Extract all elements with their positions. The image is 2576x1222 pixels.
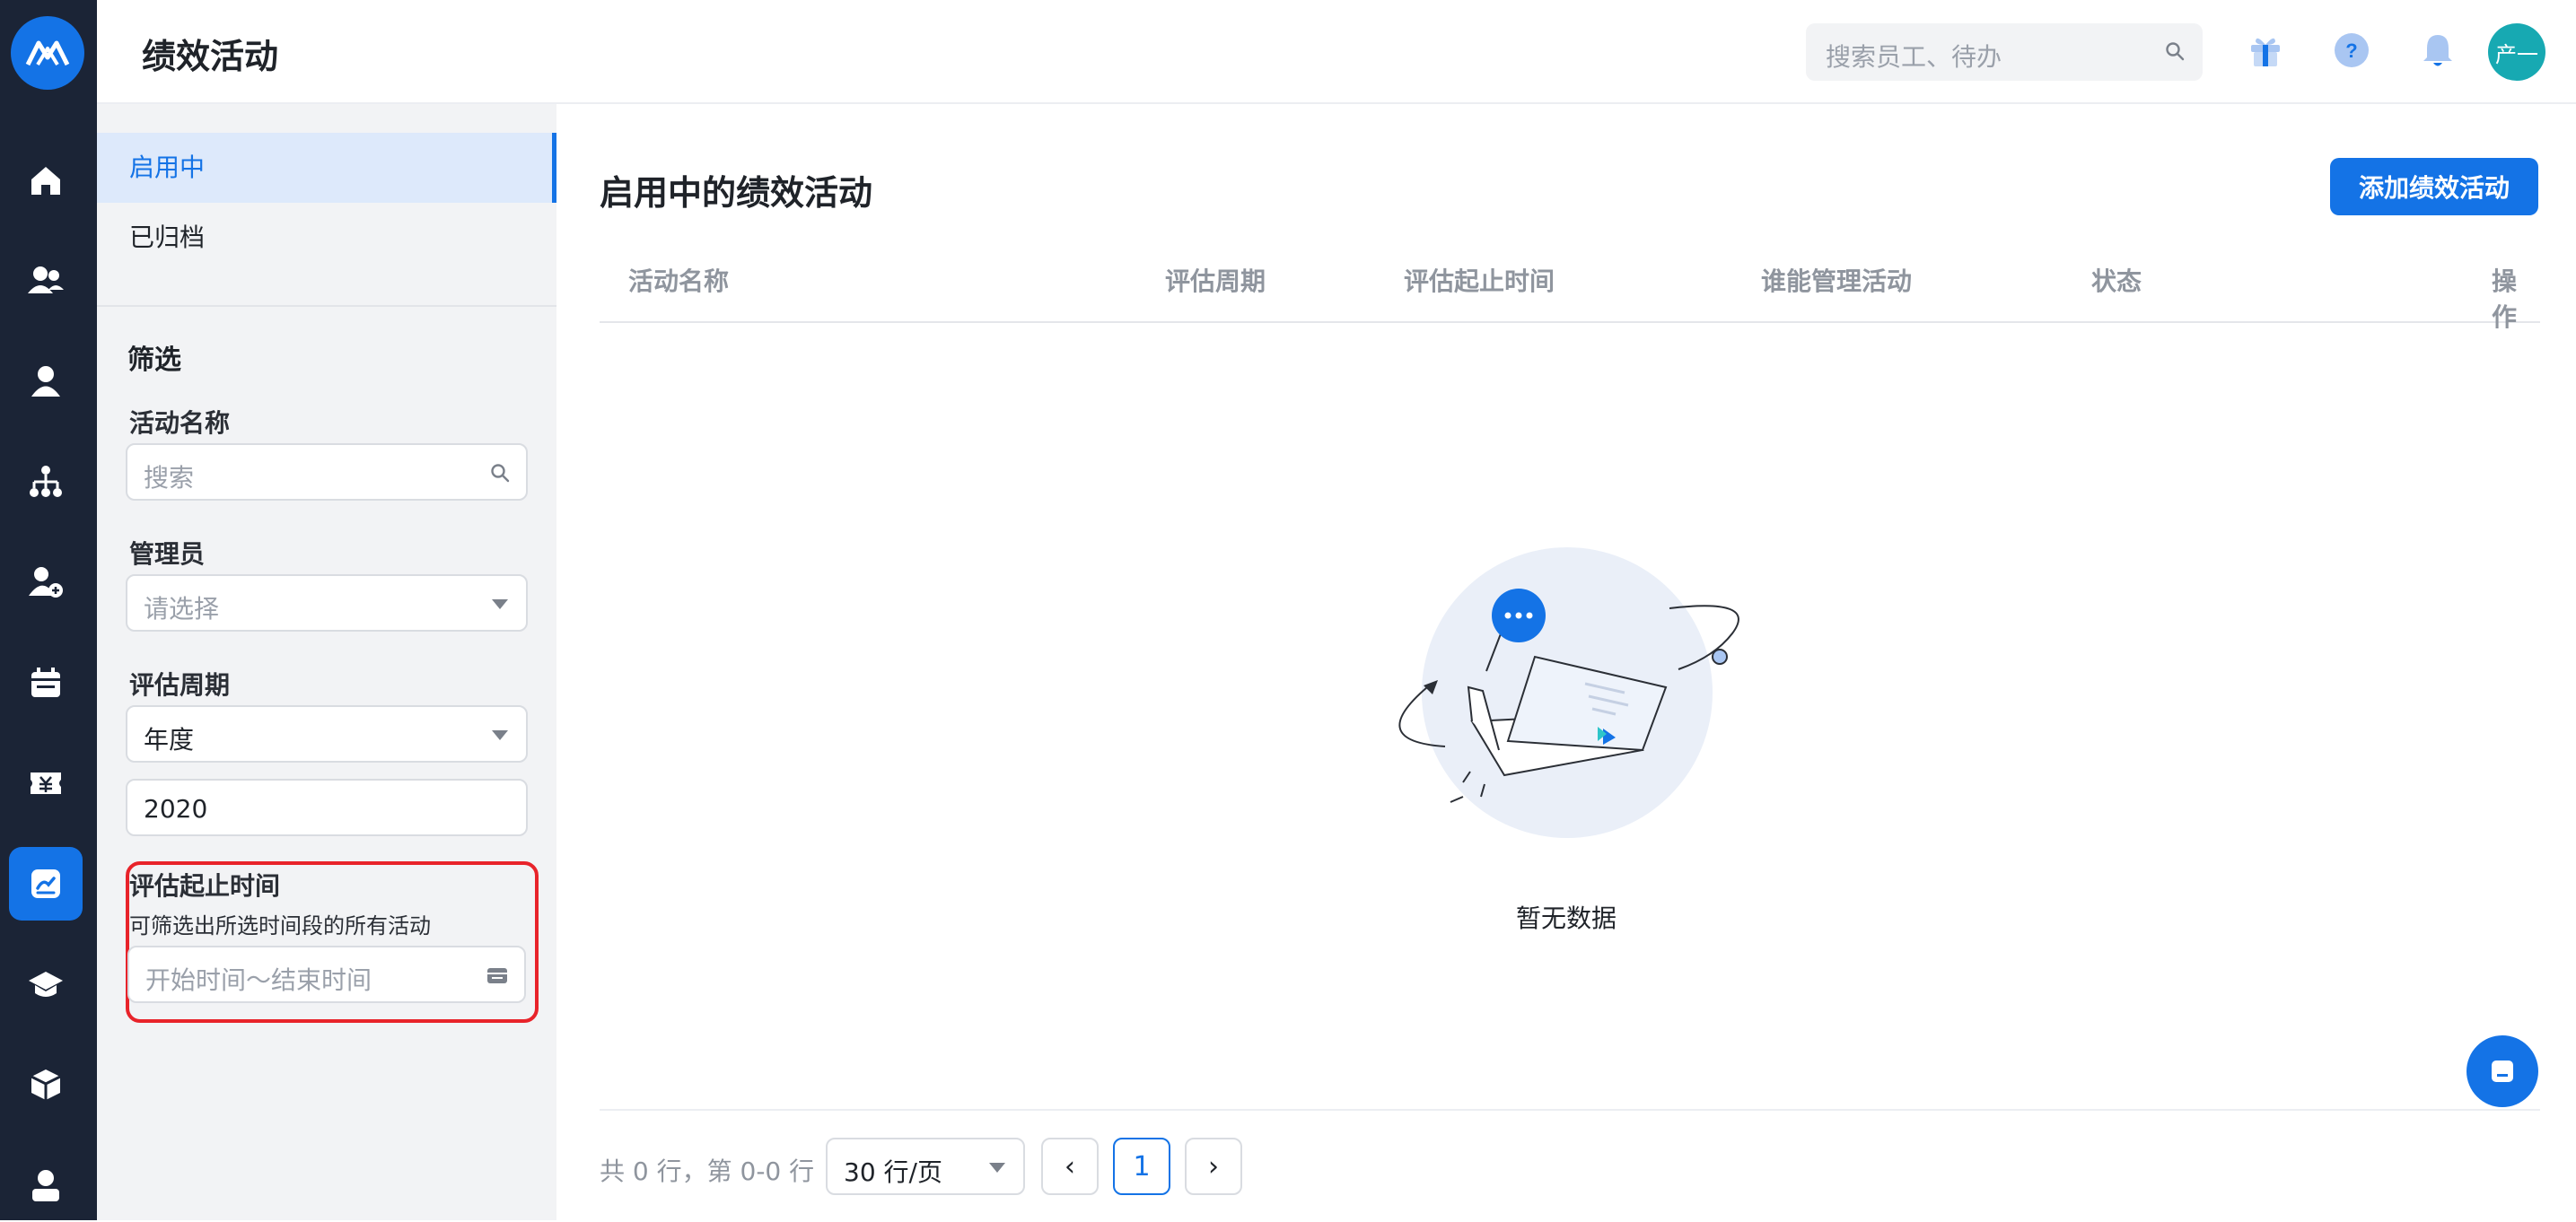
person-icon <box>31 366 60 397</box>
chevron-down-icon <box>492 599 508 609</box>
table-header: 活动名称 评估周期 评估起止时间 谁能管理活动 状态 操作 <box>600 239 2540 332</box>
chevron-down-icon <box>989 1163 1005 1173</box>
column-header[interactable]: 谁能管理活动 <box>1761 262 1912 298</box>
nav-org[interactable] <box>9 445 83 519</box>
profile-icon <box>32 1170 59 1201</box>
sidebar-divider <box>97 305 556 307</box>
nav-profile[interactable] <box>9 1148 83 1222</box>
app-logo[interactable] <box>11 16 84 90</box>
help-icon: ? <box>2335 33 2369 67</box>
bell-icon <box>2423 35 2452 66</box>
page-number-button[interactable]: 1 <box>1113 1138 1170 1195</box>
gift-button[interactable] <box>2242 27 2289 74</box>
column-header[interactable]: 评估起止时间 <box>1404 262 1555 298</box>
column-header[interactable]: 活动名称 <box>628 262 729 298</box>
user-avatar[interactable]: 产一 <box>2488 23 2545 81</box>
global-search-input[interactable]: 搜索员工、待办 <box>1806 23 2203 81</box>
pagination-divider <box>600 1109 2540 1111</box>
column-header[interactable]: 评估周期 <box>1165 262 1266 298</box>
date-range-placeholder: 开始时间～结束时间 <box>145 965 372 995</box>
nav-rail <box>0 0 97 1220</box>
page-title: 绩效活动 <box>142 37 279 76</box>
filter-heading: 筛选 <box>127 345 181 376</box>
performance-icon <box>31 869 60 898</box>
date-range-label: 评估起止时间 <box>129 871 281 901</box>
admin-label: 管理员 <box>129 539 206 569</box>
empty-state-text: 暂无数据 <box>1515 903 1617 933</box>
nav-add-person[interactable] <box>9 546 83 619</box>
column-header[interactable]: 状态 <box>2091 262 2142 298</box>
svg-text:?: ? <box>2345 39 2357 62</box>
calendar-icon <box>487 968 507 983</box>
org-chart-icon <box>30 466 62 497</box>
training-icon <box>29 972 63 997</box>
nav-cube[interactable] <box>9 1048 83 1122</box>
top-header: 绩效活动 搜索员工、待办 ? 产一 <box>97 0 2576 104</box>
home-icon <box>31 167 60 195</box>
tab-archived[interactable]: 已归档 <box>97 203 556 273</box>
activity-name-label: 活动名称 <box>129 408 231 438</box>
cycle-label: 评估周期 <box>129 670 231 700</box>
floating-chat-button[interactable] <box>2466 1035 2538 1107</box>
section-title: 启用中的绩效活动 <box>600 173 873 213</box>
gift-icon <box>2251 38 2280 66</box>
cycle-year-select[interactable]: 2020 <box>126 779 528 836</box>
cycle-year-value: 2020 <box>144 794 208 824</box>
nav-person[interactable] <box>9 345 83 418</box>
search-icon <box>2166 42 2185 61</box>
search-icon <box>491 464 510 483</box>
filter-sidebar: 启用中 已归档 筛选 活动名称 搜索 管理员 请选择 评估周期 年度 2020 … <box>97 104 556 1220</box>
tab-active[interactable]: 启用中 <box>97 133 556 203</box>
nav-training[interactable] <box>9 947 83 1021</box>
next-page-button[interactable]: › <box>1185 1138 1242 1195</box>
page-size-value: 30 行/页 <box>844 1157 942 1187</box>
activity-name-search-input[interactable]: 搜索 <box>126 443 528 501</box>
chevron-down-icon <box>492 730 508 740</box>
logo-icon <box>25 40 70 66</box>
nav-performance[interactable] <box>9 847 83 921</box>
activity-name-placeholder: 搜索 <box>144 463 195 493</box>
nav-team[interactable] <box>9 244 83 318</box>
cycle-type-select[interactable]: 年度 <box>126 705 528 763</box>
cycle-type-value: 年度 <box>144 725 195 755</box>
add-person-icon <box>29 567 63 598</box>
nav-payroll[interactable] <box>9 746 83 820</box>
payroll-icon <box>31 772 61 794</box>
admin-select[interactable]: 请选择 <box>126 574 528 632</box>
notification-button[interactable] <box>2414 27 2461 74</box>
pagination-info: 共 0 行，第 0-0 行 <box>600 1157 815 1186</box>
nav-home[interactable] <box>9 144 83 217</box>
prev-page-button[interactable]: ‹ <box>1041 1138 1099 1195</box>
main-content: 启用中的绩效活动 添加绩效活动 活动名称 评估周期 评估起止时间 谁能管理活动 … <box>556 104 2576 1220</box>
date-range-hint: 可筛选出所选时间段的所有活动 <box>129 913 431 938</box>
nav-calendar[interactable] <box>9 646 83 720</box>
add-activity-button[interactable]: 添加绩效活动 <box>2330 158 2538 215</box>
calendar-icon <box>31 668 60 697</box>
cube-icon <box>31 1069 61 1100</box>
team-icon <box>28 266 64 293</box>
chat-icon <box>2492 1061 2513 1082</box>
help-button[interactable]: ? <box>2328 27 2375 74</box>
column-header[interactable]: 操作 <box>2492 262 2540 334</box>
empty-state-illustration <box>1398 547 1739 838</box>
search-placeholder: 搜索员工、待办 <box>1826 42 2002 72</box>
admin-placeholder: 请选择 <box>144 594 220 624</box>
date-range-picker[interactable]: 开始时间～结束时间 <box>127 946 526 1003</box>
page-size-select[interactable]: 30 行/页 <box>826 1138 1025 1195</box>
